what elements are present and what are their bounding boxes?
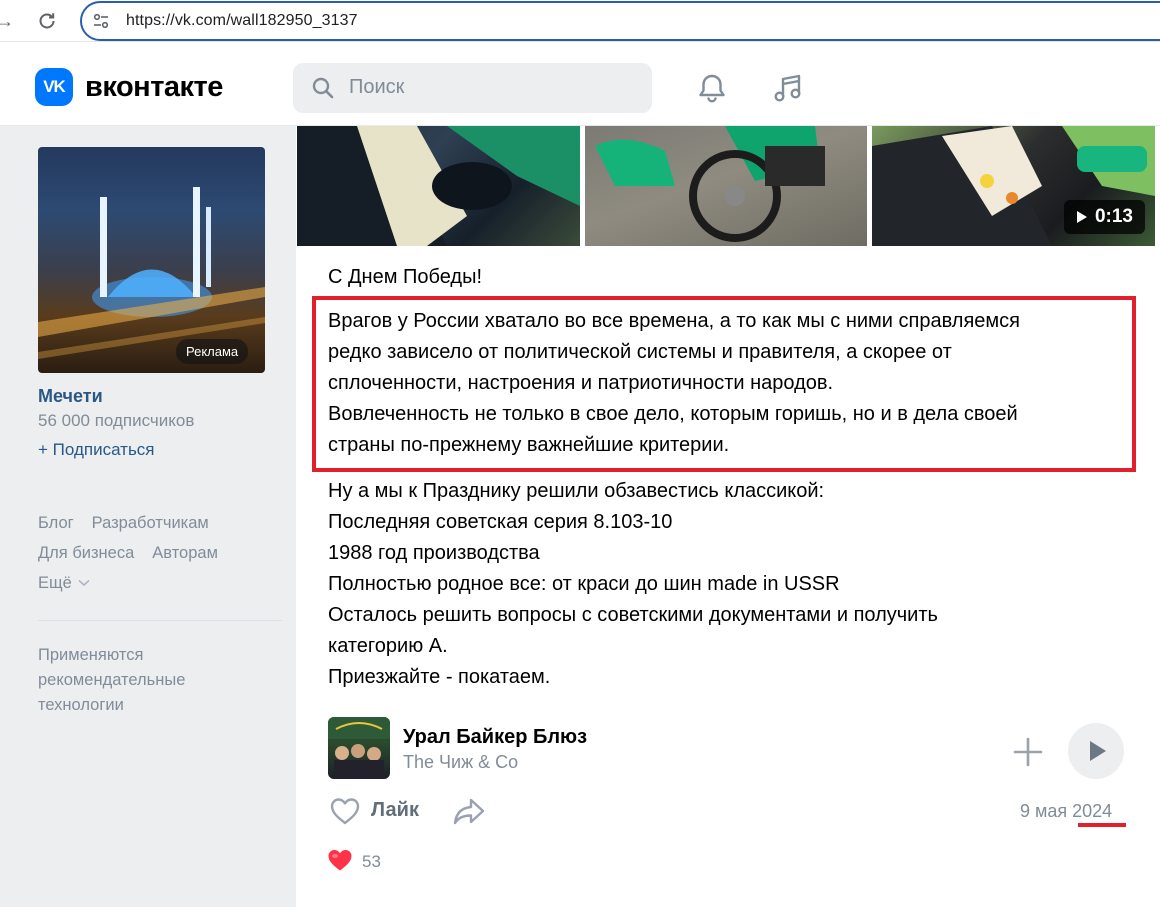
vk-wordmark[interactable]: вконтакте	[85, 68, 223, 106]
share-icon[interactable]	[452, 796, 486, 826]
post-highlight-paragraph: Врагов у России хватало во все времена, …	[328, 306, 1128, 461]
post-line: 1988 год производства	[328, 542, 540, 564]
audio-artist[interactable]: The Чиж & Co	[403, 752, 518, 773]
heart-outline-icon[interactable]	[329, 796, 361, 826]
subscribe-button[interactable]: + Подписаться	[38, 440, 155, 460]
recommendation-notice-link[interactable]: Применяются рекомендательные технологии	[38, 643, 268, 718]
sidebar-divider	[38, 620, 282, 621]
post-greeting: С Днем Победы!	[328, 266, 483, 288]
footer-links: Блог Разработчикам Для бизнеса Авторам Е…	[38, 508, 288, 598]
wall-post: 0:13 С Днем Победы! Врагов у России хват…	[296, 126, 1160, 907]
post-line: сплоченности, настроения и патриотичност…	[328, 372, 834, 394]
chevron-down-icon	[78, 579, 90, 587]
audio-cover[interactable]	[328, 717, 390, 779]
photo-2-art	[595, 126, 825, 242]
music-icon[interactable]	[770, 70, 806, 106]
video-duration: 0:13	[1094, 206, 1133, 227]
reload-icon[interactable]	[34, 8, 60, 34]
post-body-paragraph: Ну а мы к Празднику решили обзавестись к…	[328, 476, 1128, 693]
add-audio-icon[interactable]	[1012, 736, 1044, 768]
post-line: Осталось решить вопросы с советскими док…	[328, 604, 938, 626]
post-line: Приезжайте - покатаем.	[328, 666, 551, 688]
post-line: Полностью родное все: от краси до шин ma…	[328, 573, 840, 595]
post-line: редко зависело от политической системы и…	[328, 341, 952, 363]
back-arrow-icon[interactable]: →	[0, 8, 18, 34]
vk-header: VK вконтакте Поиск	[0, 42, 1160, 126]
play-icon	[1076, 211, 1087, 223]
post-line: категорию А.	[328, 635, 448, 657]
post-photo-1[interactable]	[297, 126, 580, 246]
video-duration-badge: 0:13	[1063, 200, 1145, 234]
address-bar[interactable]: https://vk.com/wall182950_3137	[80, 1, 1160, 41]
post-photo-2[interactable]	[585, 126, 867, 246]
audio-play-button[interactable]	[1068, 723, 1124, 779]
browser-toolbar: → https://vk.com/wall182950_3137	[0, 0, 1160, 42]
like-button[interactable]: Лайк	[371, 799, 419, 822]
reaction-count[interactable]: 53	[362, 852, 381, 872]
ad-badge: Реклама	[176, 339, 249, 364]
heart-reaction-icon[interactable]	[327, 848, 353, 872]
post-line: Врагов у России хватало во все времена, …	[328, 310, 1020, 332]
post-line: Последняя советская серия 8.103-10	[328, 511, 673, 533]
date-underline-annotation	[1078, 823, 1126, 827]
bell-icon[interactable]	[694, 70, 730, 106]
ad-image[interactable]: Реклама	[38, 147, 265, 373]
footer-link-blog[interactable]: Блог	[38, 514, 74, 533]
play-icon	[1090, 741, 1106, 761]
search-placeholder: Поиск	[349, 76, 405, 98]
left-sidebar: Реклама Мечети 56 000 подписчиков + Подп…	[0, 126, 296, 907]
post-video[interactable]: 0:13	[872, 126, 1155, 246]
group-subscribers: 56 000 подписчиков	[38, 411, 195, 430]
post-line: Ну а мы к Празднику решили обзавестись к…	[328, 480, 825, 502]
footer-link-developers[interactable]: Разработчикам	[92, 514, 209, 533]
footer-link-authors[interactable]: Авторам	[152, 544, 218, 563]
footer-link-business[interactable]: Для бизнеса	[38, 544, 134, 563]
footer-link-more: Ещё	[38, 573, 72, 592]
url-text: https://vk.com/wall182950_3137	[126, 12, 358, 29]
footer-more-button[interactable]: Ещё	[38, 568, 288, 598]
search-icon	[312, 77, 334, 99]
site-settings-icon[interactable]	[92, 12, 110, 30]
audio-cover-art	[328, 717, 390, 779]
vk-logo-icon[interactable]: VK	[35, 68, 73, 106]
post-line: страны по-прежнему важнейшие критерии.	[328, 434, 730, 456]
post-line: Вовлеченность не только в свое дело, кот…	[328, 403, 1018, 425]
search-input[interactable]: Поиск	[293, 63, 652, 113]
audio-title[interactable]: Урал Байкер Блюз	[403, 726, 587, 749]
group-name-link[interactable]: Мечети	[38, 386, 103, 407]
photo-1-art	[297, 126, 580, 246]
post-date-link[interactable]: 9 мая 2024	[1020, 801, 1112, 822]
